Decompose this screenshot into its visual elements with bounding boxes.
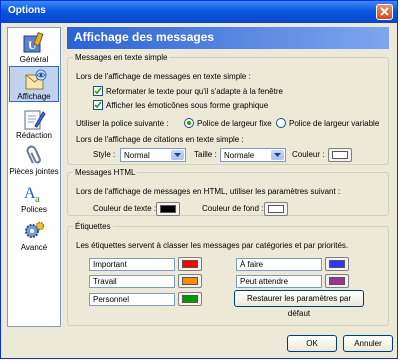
restore-defaults-button[interactable]: Restaurer les paramètres par défaut — [234, 290, 364, 318]
chevron-down-icon — [174, 153, 181, 157]
cancel-button[interactable]: Annuler — [343, 335, 393, 352]
close-icon — [380, 7, 389, 16]
options-window: Options U Général Affichage Rédaction Pi… — [0, 0, 398, 359]
close-button[interactable] — [376, 4, 393, 20]
labels-intro: Les étiquettes servent à classer les mes… — [76, 241, 349, 250]
sidebar-item-label: Affichage — [17, 92, 51, 101]
bg-color-swatch — [268, 205, 284, 213]
window-title: Options — [8, 5, 46, 16]
sidebar-item-fonts[interactable]: A a Polices — [9, 180, 59, 216]
quotes-intro: Lors de l'affichage de citations en text… — [76, 135, 244, 144]
html-group: Messages HTML Lors de l'affichage de mes… — [67, 168, 389, 216]
variable-font-radio[interactable] — [276, 118, 286, 128]
html-legend: Messages HTML — [75, 168, 136, 177]
plain-text-legend: Messages en texte simple — [75, 53, 168, 62]
label-name-field[interactable]: À faire — [236, 258, 322, 271]
label-color-button[interactable] — [178, 257, 202, 271]
label-color-swatch — [329, 260, 345, 268]
label-color-swatch — [182, 277, 198, 285]
sidebar-item-compose[interactable]: Rédaction — [9, 106, 59, 142]
label-color-button[interactable] — [178, 292, 202, 306]
bg-color-label: Couleur de fond : — [202, 204, 264, 213]
compose-icon — [24, 110, 46, 130]
label-name-field[interactable]: Peut attendre — [236, 275, 322, 288]
text-color-label: Couleur de texte : — [93, 204, 157, 213]
fixed-font-radio[interactable] — [184, 118, 194, 128]
text-color-button[interactable] — [156, 202, 180, 216]
check-icon — [94, 101, 102, 109]
title-bar[interactable]: Options — [1, 1, 397, 23]
size-select[interactable]: Normale — [220, 148, 286, 162]
sidebar-item-label: Avancé — [20, 243, 48, 252]
sidebar: U Général Affichage Rédaction Pièces joi… — [7, 27, 61, 327]
sidebar-item-label: Pièces jointes — [9, 167, 59, 176]
plain-intro: Lors de l'affichage de messages en texte… — [76, 72, 251, 81]
label-color-swatch — [182, 295, 198, 303]
size-dropdown-button[interactable] — [271, 150, 284, 160]
sidebar-item-advanced[interactable]: Avancé — [9, 218, 59, 254]
size-value: Normale — [224, 151, 255, 160]
style-select[interactable]: Normal — [120, 148, 186, 162]
ok-button[interactable]: OK — [287, 335, 337, 352]
svg-text:a: a — [35, 193, 40, 204]
page-header: Affichage des messages — [67, 27, 389, 49]
general-icon: U — [23, 32, 44, 53]
label-color-swatch — [329, 277, 345, 285]
quote-color-label: Couleur : — [292, 150, 325, 159]
label-name-field[interactable]: Important — [89, 258, 175, 271]
sidebar-item-label: Rédaction — [15, 131, 53, 140]
sidebar-item-general[interactable]: U Général — [9, 30, 59, 66]
label-name-field[interactable]: Personnel — [89, 293, 175, 306]
sidebar-item-attachments[interactable]: Pièces jointes — [9, 142, 59, 178]
radio-selected-dot — [187, 121, 191, 125]
sidebar-item-display[interactable]: Affichage — [9, 66, 59, 102]
page-title: Affichage des messages — [74, 30, 215, 44]
style-dropdown-button[interactable] — [171, 150, 184, 160]
label-color-button[interactable] — [178, 274, 202, 288]
bg-color-button[interactable] — [264, 202, 288, 216]
reformat-label: Reformater le texte pour qu'il s'adapte … — [106, 87, 283, 96]
reformat-checkbox[interactable] — [93, 86, 103, 96]
style-value: Normal — [124, 151, 150, 160]
display-icon — [25, 69, 47, 90]
fixed-font-label: Police de largeur fixe — [197, 119, 272, 128]
quote-color-swatch — [332, 151, 348, 159]
labels-group: Étiquettes Les étiquettes servent à clas… — [67, 222, 389, 326]
gears-icon — [25, 221, 45, 238]
label-color-button[interactable] — [325, 257, 349, 271]
label-color-button[interactable] — [325, 274, 349, 288]
quote-color-button[interactable] — [328, 148, 352, 162]
label-color-swatch — [182, 260, 198, 268]
labels-legend: Étiquettes — [75, 222, 111, 231]
chevron-down-icon — [274, 153, 281, 157]
html-intro: Lors de l'affichage de messages en HTML,… — [76, 187, 341, 196]
check-icon — [94, 87, 102, 95]
variable-font-label: Police de largeur variable — [289, 119, 380, 128]
style-label: Style : — [93, 150, 116, 159]
emoticons-checkbox[interactable] — [93, 100, 103, 110]
emoticons-label: Afficher les émoticônes sous forme graph… — [106, 101, 269, 110]
fonts-icon: A a — [24, 185, 40, 204]
sidebar-item-label: Général — [19, 55, 49, 64]
size-label: Taille : — [194, 150, 217, 159]
sidebar-item-label: Polices — [21, 205, 47, 214]
label-name-field[interactable]: Travail — [89, 275, 175, 288]
text-color-swatch — [160, 205, 176, 213]
paperclip-icon — [26, 145, 41, 164]
plain-text-group: Messages en texte simple Lors de l'affic… — [67, 53, 389, 165]
font-label: Utiliser la police suivante : — [76, 119, 169, 128]
